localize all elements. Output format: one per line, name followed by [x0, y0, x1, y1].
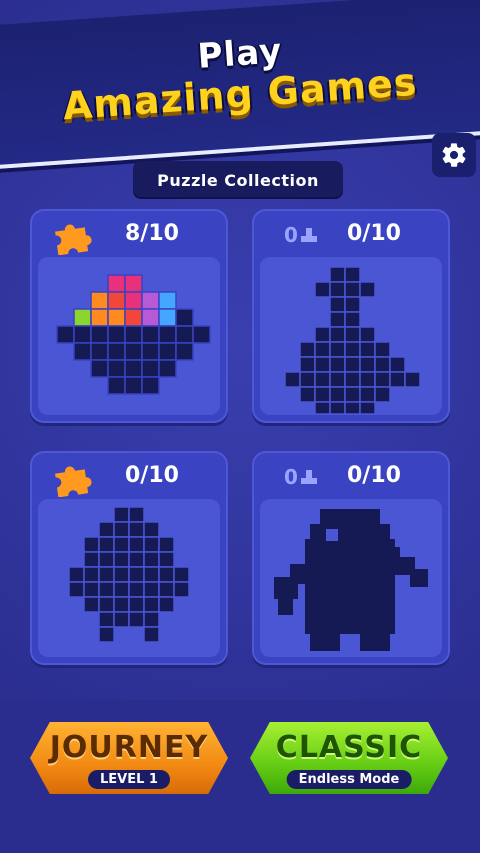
block-piece-icon	[300, 470, 317, 484]
puzzle-preview	[260, 499, 442, 657]
card-header: 0 0/10	[252, 459, 450, 495]
puzzle-card-4[interactable]: 0 0/10	[252, 451, 450, 665]
puzzle-preview	[260, 257, 442, 415]
puzzle-preview	[38, 257, 220, 415]
puzzle-card-3[interactable]: 0/10	[30, 451, 228, 665]
card-header: 8/10	[30, 217, 228, 255]
block-piece-icon	[300, 228, 317, 242]
card-header: 0/10	[30, 459, 228, 497]
card-header: 0 0/10	[252, 217, 450, 253]
settings-button[interactable]	[432, 133, 476, 177]
locked-indicator: 0	[284, 465, 318, 489]
locked-count: 0	[284, 465, 298, 489]
gear-icon	[442, 143, 466, 167]
puzzle-piece-icon	[55, 466, 92, 497]
classic-button[interactable]: CLASSIC Endless Mode	[250, 722, 448, 794]
journey-button[interactable]: JOURNEY LEVEL 1	[30, 722, 228, 794]
card-progress: 0/10	[125, 463, 179, 488]
locked-count: 0	[284, 223, 298, 247]
journey-level-badge: LEVEL 1	[88, 770, 170, 789]
classic-mode-badge: Endless Mode	[286, 770, 412, 789]
card-progress: 0/10	[347, 221, 401, 246]
puzzle-silhouette	[284, 266, 421, 415]
puzzle-piece-icon	[55, 224, 92, 255]
puzzle-card-1[interactable]: 8/10	[30, 209, 228, 423]
puzzle-silhouette	[56, 274, 211, 395]
puzzle-preview	[38, 499, 220, 657]
puzzle-silhouette	[68, 506, 190, 643]
card-progress: 8/10	[125, 221, 179, 246]
classic-button-label: CLASSIC	[275, 730, 423, 765]
locked-indicator: 0	[284, 223, 318, 247]
puzzle-card-2[interactable]: 0 0/10	[252, 209, 450, 423]
puzzle-silhouette	[274, 509, 428, 651]
journey-button-label: JOURNEY	[49, 730, 209, 765]
puzzle-collection-label: Puzzle Collection	[133, 161, 343, 199]
card-progress: 0/10	[347, 463, 401, 488]
